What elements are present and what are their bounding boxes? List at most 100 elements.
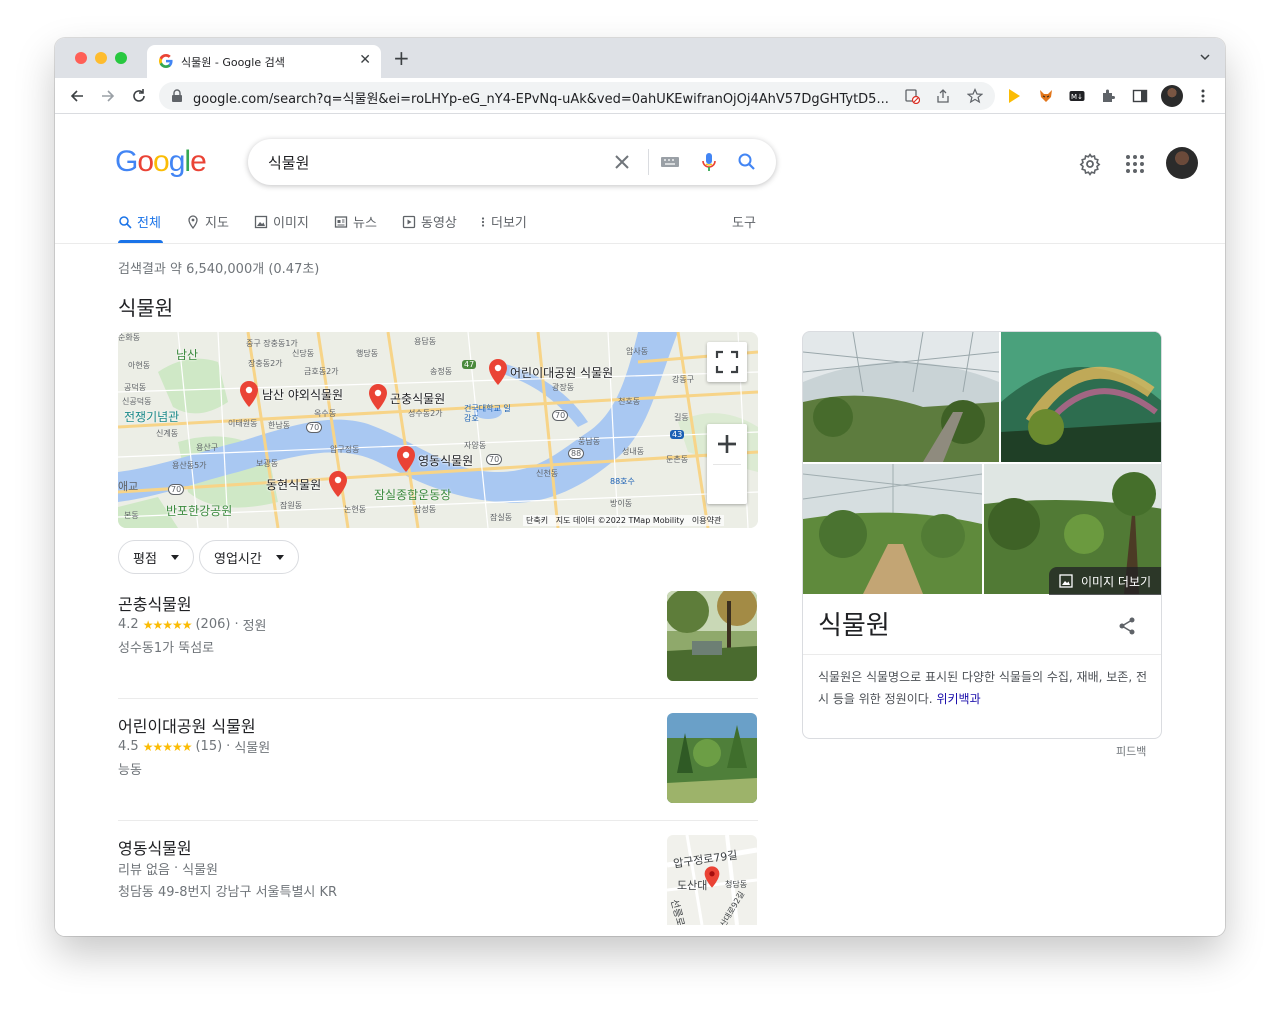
kp-image[interactable]	[803, 332, 999, 462]
address-bar[interactable]: google.com/search?q=식물원&ei=roLHYp-eG_nY4…	[159, 82, 995, 110]
share-page-icon[interactable]	[935, 88, 951, 104]
tab-maps[interactable]: 지도	[186, 212, 229, 231]
forward-arrow-icon[interactable]	[98, 86, 118, 106]
result-name[interactable]: 어린이대공원 식물원	[118, 713, 256, 737]
tab-all[interactable]: 전체	[118, 212, 161, 231]
search-input[interactable]: 식물원	[268, 152, 309, 173]
maximize-window-button[interactable]	[115, 52, 127, 64]
extensions-puzzle-icon[interactable]	[1100, 88, 1116, 104]
tab-videos[interactable]: 동영상	[402, 212, 457, 231]
map-district-label: 논현동	[344, 505, 367, 514]
local-result[interactable]: 곤충식물원 4.2 ★★★★★ (206) · 정원 성수동1가 뚝섬로	[118, 591, 758, 701]
map-pin-marker-icon[interactable]	[367, 383, 389, 411]
result-name[interactable]: 곤충식물원	[118, 591, 192, 615]
more-images-label: 이미지 더보기	[1081, 574, 1152, 589]
map-place-label: 건국대학교 일감호	[464, 404, 511, 423]
tab-more[interactable]: 더보기	[480, 212, 527, 231]
result-divider	[118, 820, 758, 821]
tools-button[interactable]: 도구	[732, 212, 756, 231]
voice-search-mic-icon[interactable]	[699, 152, 719, 172]
result-name[interactable]: 영동식물원	[118, 835, 192, 859]
fox-extension-icon[interactable]	[1038, 88, 1054, 104]
close-window-button[interactable]	[75, 52, 87, 64]
tools-label: 도구	[732, 216, 756, 231]
minimize-window-button[interactable]	[95, 52, 107, 64]
svg-text:M↓: M↓	[1071, 93, 1083, 101]
map-data-credit: 지도 데이터 ©2022 TMap Mobility	[555, 516, 685, 525]
tab-search-chevron-icon[interactable]	[1199, 51, 1211, 63]
kp-image[interactable]	[803, 464, 982, 594]
zoom-out-icon[interactable]	[707, 424, 747, 464]
road-shield: 70	[168, 484, 185, 495]
lock-icon[interactable]	[171, 89, 183, 103]
bookmark-star-icon[interactable]	[967, 88, 983, 104]
url-text[interactable]: google.com/search?q=식물원&ei=roLHYp-eG_nY4…	[193, 88, 893, 107]
result-thumbnail[interactable]	[667, 591, 757, 681]
kp-image[interactable]	[1001, 332, 1161, 462]
filter-chip-rating[interactable]: 평점	[118, 540, 194, 574]
map-district-label: 순화동	[118, 333, 141, 342]
tab-close-icon[interactable]: ✕	[359, 52, 371, 68]
more-images-button[interactable]: 이미지 더보기	[1049, 567, 1161, 595]
map-pin-marker-icon[interactable]	[487, 358, 509, 386]
road-shield: 70	[486, 454, 503, 465]
meta-separator: ·	[173, 861, 179, 876]
map-fullscreen-button[interactable]	[707, 342, 747, 382]
image-icon	[254, 215, 268, 228]
keyboard-icon[interactable]	[660, 152, 680, 172]
blocked-popup-icon[interactable]	[904, 88, 920, 104]
search-tabs: 전체 지도 이미지 뉴스 동영상 더보기 도구	[55, 206, 1225, 244]
tab-news[interactable]: 뉴스	[334, 212, 377, 231]
tab-title: 식물원 - Google 검색	[181, 56, 285, 69]
share-icon[interactable]	[1117, 616, 1137, 636]
kp-divider	[803, 654, 1161, 655]
browser-menu-icon[interactable]	[1195, 88, 1211, 104]
result-thumbnail[interactable]	[667, 713, 757, 803]
account-avatar[interactable]	[1166, 147, 1198, 179]
new-tab-button[interactable]: +	[393, 48, 410, 68]
greenhouse-photo	[1001, 332, 1161, 462]
feedback-link[interactable]: 피드백	[1116, 743, 1146, 759]
play-extension-icon[interactable]	[1006, 88, 1022, 104]
search-box[interactable]: 식물원	[248, 139, 776, 185]
keyboard-shortcuts-link[interactable]: 단축키	[526, 516, 548, 525]
map-district-label: 풍납동	[578, 437, 601, 446]
markdown-extension-icon[interactable]: M↓	[1069, 88, 1085, 104]
map-district-label: 성내동	[622, 447, 645, 456]
greenhouse-photo	[803, 332, 999, 462]
map-pin-marker-icon[interactable]	[395, 445, 417, 473]
local-result[interactable]: 어린이대공원 식물원 4.5 ★★★★★ (15) · 식물원 능동	[118, 713, 758, 823]
filter-chip-hours[interactable]: 영업시간	[199, 540, 299, 574]
tab-images[interactable]: 이미지	[254, 212, 309, 231]
apps-grid-icon[interactable]	[1123, 152, 1147, 176]
profile-avatar[interactable]	[1161, 85, 1183, 107]
side-panel-icon[interactable]	[1132, 88, 1148, 104]
search-submit-icon[interactable]	[737, 152, 757, 172]
map-place-label: 잠실종합운동장	[374, 488, 452, 502]
map-pin-marker-icon[interactable]	[238, 380, 260, 408]
knowledge-panel: 이미지 더보기 식물원 식물원은 식물명으로 표시된 다양한 식물들의 수집, …	[802, 331, 1162, 739]
map-district-label: 아현동	[128, 361, 151, 370]
chevron-down-icon	[170, 554, 179, 560]
local-result[interactable]: 영동식물원 리뷰 없음 · 식물원 청담동 49-8번지 강남구 서울특별시 K…	[118, 835, 758, 936]
back-arrow-icon[interactable]	[67, 86, 87, 106]
result-category: 식물원	[234, 741, 271, 756]
map-district-label: 잠실동	[490, 513, 513, 522]
local-results-map[interactable]: 순화동 중구 장충동1가 신당동 행당동 용답동 장충동2가 금호동2가 송정동…	[118, 332, 758, 528]
map-pin-marker-icon[interactable]	[327, 470, 349, 498]
result-meta: 4.2 ★★★★★ (206) · 정원	[118, 615, 267, 634]
result-map-thumbnail[interactable]: 압구정로79길 도산대 청담동 선릉로 도산대로92길	[667, 835, 757, 925]
browser-tab[interactable]: 식물원 - Google 검색 ✕	[147, 45, 381, 78]
result-category: 정원	[242, 619, 267, 634]
clear-search-icon[interactable]	[612, 152, 632, 172]
tab-label: 지도	[205, 216, 229, 231]
browser-toolbar: google.com/search?q=식물원&ei=roLHYp-eG_nY4…	[55, 78, 1225, 114]
settings-gear-icon[interactable]	[1078, 152, 1102, 176]
map-district-label: 한남동	[268, 421, 291, 430]
map-place-label: 반포한강공원	[166, 504, 233, 518]
wikipedia-link[interactable]: 위키백과	[936, 692, 980, 706]
reload-icon[interactable]	[129, 86, 149, 106]
google-logo[interactable]: Google	[115, 145, 207, 179]
map-pin-icon	[188, 214, 198, 229]
map-terms-link[interactable]: 이용약관	[692, 516, 721, 525]
